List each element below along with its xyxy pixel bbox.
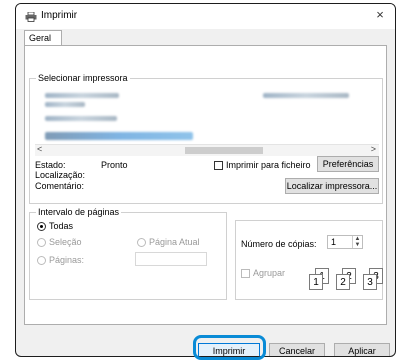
- preferences-button[interactable]: Preferências: [317, 156, 379, 172]
- apply-button[interactable]: Aplicar: [334, 343, 390, 356]
- estado-label: Estado:: [35, 160, 66, 170]
- estado-value: Pronto: [101, 160, 128, 170]
- print-button-highlight: [193, 335, 266, 360]
- window-title: Imprimir: [41, 10, 78, 21]
- comentario-label: Comentário:: [35, 181, 85, 191]
- scroll-left-icon[interactable]: <: [37, 144, 42, 154]
- printer-item[interactable]: [45, 116, 117, 121]
- localizacao-label: Localização:: [35, 170, 86, 180]
- copies-value: 1: [331, 237, 337, 247]
- tab-panel: Selecionar impressora < > Estado: Pronto…: [24, 45, 387, 325]
- printer-item[interactable]: [263, 93, 349, 98]
- page-range-legend: Intervalo de páginas: [36, 207, 122, 217]
- printer-item[interactable]: [45, 93, 119, 98]
- collate-checkbox[interactable]: [241, 269, 250, 278]
- print-to-file-checkbox[interactable]: [214, 161, 223, 170]
- spin-arrows-icon[interactable]: ▲ ▼: [352, 236, 362, 248]
- print-dialog: Imprimir × Geral Selecionar impressora <…: [15, 3, 396, 357]
- printer-icon: [25, 12, 37, 22]
- collate-page-front: 1: [309, 274, 323, 290]
- scroll-right-icon[interactable]: >: [371, 144, 376, 154]
- cancel-button[interactable]: Cancelar: [269, 343, 325, 356]
- all-pages-label: Todas: [49, 221, 74, 231]
- printer-item-selected[interactable]: [45, 132, 193, 140]
- radio-all-pages[interactable]: [37, 222, 46, 231]
- current-page-label: Página Atual: [149, 237, 200, 247]
- selection-label: Seleção: [49, 237, 82, 247]
- scroll-thumb[interactable]: [185, 147, 263, 154]
- title-bar: Imprimir ×: [16, 4, 395, 29]
- radio-pages[interactable]: [37, 256, 46, 265]
- print-to-file-label: Imprimir para ficheiro: [226, 160, 311, 170]
- pages-label: Páginas:: [49, 255, 85, 265]
- tab-geral[interactable]: Geral: [24, 30, 62, 46]
- horizontal-scrollbar[interactable]: < >: [35, 144, 379, 156]
- radio-selection[interactable]: [37, 238, 46, 247]
- printer-item-sub: [45, 102, 85, 107]
- radio-current-page[interactable]: [137, 238, 146, 247]
- pages-input[interactable]: [135, 252, 207, 266]
- collate-page-front: 3: [363, 274, 377, 290]
- copies-label: Número de cópias:: [241, 239, 317, 249]
- find-printer-button[interactable]: Localizar impressora...: [285, 178, 379, 194]
- collate-label: Agrupar: [253, 268, 286, 278]
- printer-group-legend: Selecionar impressora: [36, 73, 130, 83]
- close-icon[interactable]: ×: [373, 8, 387, 22]
- copies-stepper[interactable]: 1 ▲ ▼: [327, 235, 363, 249]
- collate-page-front: 2: [336, 274, 350, 290]
